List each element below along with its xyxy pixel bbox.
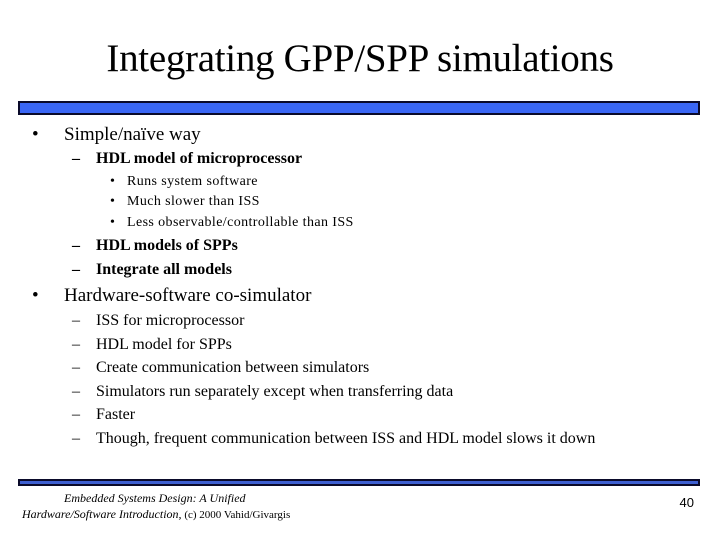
dash-icon: – <box>72 383 80 400</box>
bullet-text: Hardware-software co-simulator <box>64 285 312 306</box>
bullet-text: Simple/naïve way <box>64 124 201 145</box>
sub-bullet-text: ISS for microprocessor <box>96 312 245 329</box>
bullet-icon: • <box>110 174 116 189</box>
footer-line-1: Embedded Systems Design: A Unified <box>64 491 246 505</box>
dash-icon: – <box>72 430 80 447</box>
sub-bullet-text: Create communication between simulators <box>96 359 370 376</box>
dash-icon: – <box>72 261 80 278</box>
dash-icon: – <box>72 336 80 353</box>
title-divider-bar <box>18 101 700 115</box>
bullet-icon: • <box>32 124 39 145</box>
sub-sub-bullet-text: Runs system software <box>127 174 258 189</box>
slide-title: Integrating GPP/SPP simulations <box>106 37 614 80</box>
footer-copyright: (c) 2000 Vahid/Givargis <box>181 509 291 521</box>
sub-bullet-text: Simulators run separately except when tr… <box>96 383 454 400</box>
bullet-icon: • <box>110 194 116 209</box>
sub-bullet-text: Though, frequent communication between I… <box>96 430 596 447</box>
sub-bullet-text: Integrate all models <box>96 261 232 278</box>
page-number: 40 <box>679 495 694 510</box>
dash-icon: – <box>72 237 80 254</box>
sub-bullet-text: HDL models of SPPs <box>96 237 238 254</box>
dash-icon: – <box>72 312 80 329</box>
sub-sub-bullet-text: Much slower than ISS <box>127 194 260 209</box>
footer-line-2: Hardware/Software Introduction, (c) 2000… <box>22 506 290 523</box>
sub-sub-bullet-text: Less observable/controllable than ISS <box>127 215 354 230</box>
bullet-icon: • <box>32 285 39 306</box>
sub-bullet-text: Faster <box>96 406 136 423</box>
footer-book-title: Hardware/Software Introduction, <box>22 507 182 521</box>
sub-bullet-text: HDL model for SPPs <box>96 336 232 353</box>
dash-icon: – <box>72 359 80 376</box>
dash-icon: – <box>72 150 80 167</box>
bullet-icon: • <box>110 215 116 230</box>
sub-bullet-text: HDL model of microprocessor <box>96 150 303 167</box>
footer-divider-bar <box>18 479 700 486</box>
dash-icon: – <box>72 406 80 423</box>
